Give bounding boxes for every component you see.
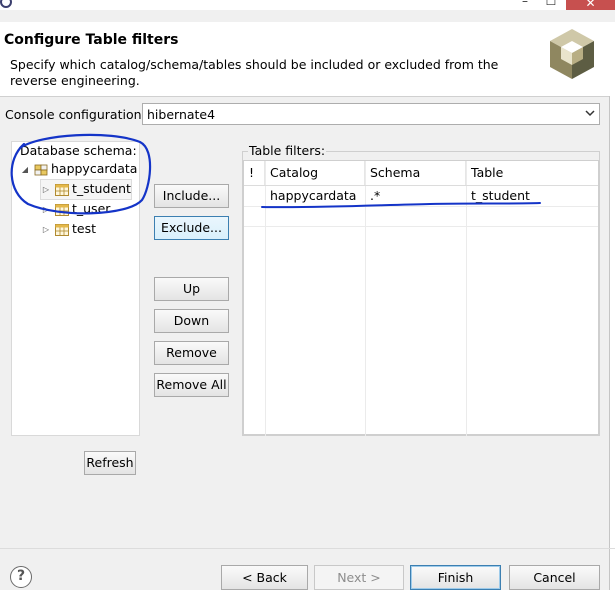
remove-button[interactable]: Remove [154, 341, 229, 365]
minimize-button[interactable]: – [515, 0, 535, 10]
window-edge [609, 96, 615, 590]
wizard-header: Configure Table filters Specify which ca… [0, 22, 615, 97]
cancel-button[interactable]: Cancel [509, 565, 600, 590]
hibernate-logo-icon [550, 29, 594, 79]
console-configuration-value: hibernate4 [147, 107, 216, 122]
page-title: Configure Table filters [4, 32, 179, 48]
page-description: Specify which catalog/schema/tables shou… [10, 57, 499, 88]
finish-button[interactable]: Finish [410, 565, 501, 590]
close-button[interactable]: ✕ [566, 0, 615, 10]
console-configuration-select[interactable]: hibernate4 [142, 103, 600, 125]
maximize-button[interactable]: ☐ [541, 0, 561, 10]
back-button[interactable]: < Back [221, 565, 308, 590]
console-configuration-label: Console configuration: [5, 107, 146, 122]
next-button[interactable]: Next > [314, 565, 404, 590]
circle-annotation [10, 133, 152, 215]
annotation-overlay [10, 133, 541, 215]
chevron-down-icon [585, 110, 595, 117]
underline-annotation [261, 202, 541, 209]
down-button[interactable]: Down [154, 309, 229, 333]
refresh-button[interactable]: Refresh [84, 451, 136, 475]
up-button[interactable]: Up [154, 277, 229, 301]
help-icon[interactable]: ? [10, 566, 32, 588]
remove-all-button[interactable]: Remove All [154, 373, 229, 397]
footer-separator [0, 548, 615, 549]
